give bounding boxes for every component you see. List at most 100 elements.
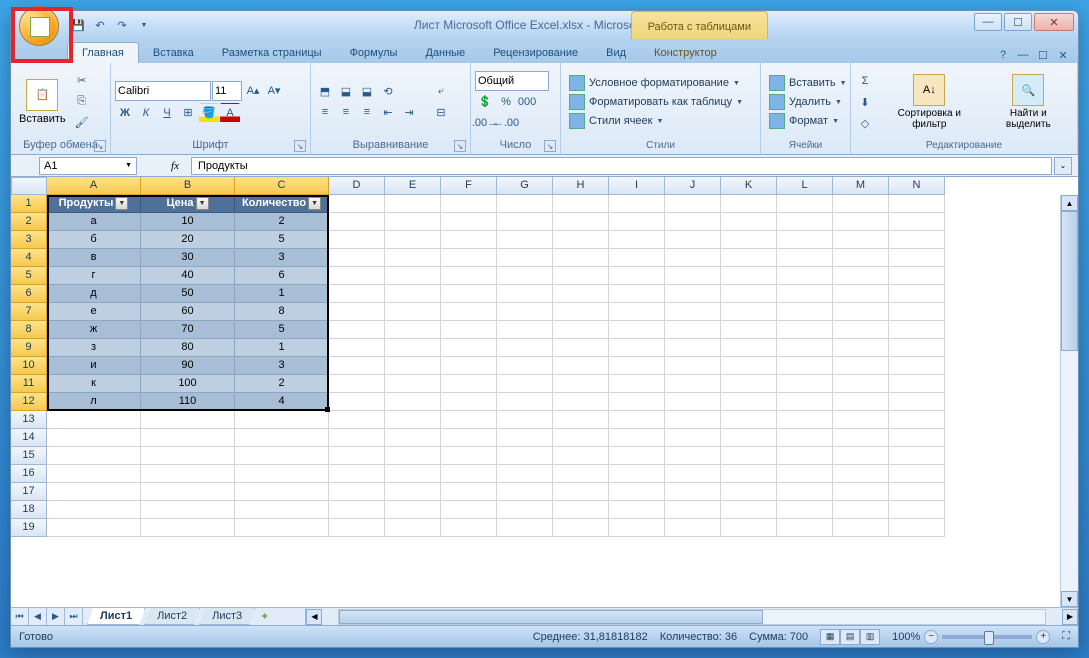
minimize-ribbon-icon[interactable]: —	[1014, 47, 1032, 63]
cell[interactable]	[665, 303, 721, 321]
cell[interactable]	[721, 393, 777, 411]
cell[interactable]	[889, 267, 945, 285]
cell[interactable]	[553, 249, 609, 267]
cell[interactable]	[777, 483, 833, 501]
wrap-text-icon[interactable]: ⤶	[427, 81, 455, 101]
cell[interactable]	[665, 267, 721, 285]
cell[interactable]	[497, 375, 553, 393]
cell[interactable]	[497, 411, 553, 429]
cell[interactable]	[497, 231, 553, 249]
cell[interactable]	[665, 213, 721, 231]
horizontal-scrollbar[interactable]: ◀ ▶	[305, 608, 1078, 625]
cell[interactable]	[889, 231, 945, 249]
cell[interactable]	[47, 429, 141, 447]
cell[interactable]	[665, 429, 721, 447]
cell[interactable]	[609, 321, 665, 339]
cell[interactable]: 3	[235, 357, 329, 375]
cell[interactable]	[385, 303, 441, 321]
cell[interactable]	[721, 231, 777, 249]
cell[interactable]	[833, 285, 889, 303]
column-header[interactable]: B	[141, 177, 235, 195]
cell[interactable]	[721, 429, 777, 447]
row-header[interactable]: 8	[11, 321, 47, 339]
cell[interactable]: б	[47, 231, 141, 249]
cell[interactable]	[721, 303, 777, 321]
column-header[interactable]: E	[385, 177, 441, 195]
filter-dropdown-icon[interactable]: ▼	[196, 197, 209, 210]
cell[interactable]	[329, 447, 385, 465]
cell[interactable]	[833, 393, 889, 411]
cell[interactable]: в	[47, 249, 141, 267]
close-button[interactable]: ✕	[1034, 13, 1074, 31]
sheet-tab[interactable]: Лист2	[144, 608, 200, 625]
cell[interactable]	[609, 519, 665, 537]
cell[interactable]	[235, 501, 329, 519]
number-launcher-icon[interactable]: ↘	[544, 140, 556, 152]
cell[interactable]: 2	[235, 213, 329, 231]
row-header[interactable]: 19	[11, 519, 47, 537]
cell[interactable]	[721, 465, 777, 483]
cell[interactable]	[609, 357, 665, 375]
cell[interactable]	[833, 303, 889, 321]
cell[interactable]	[777, 501, 833, 519]
cell[interactable]	[553, 501, 609, 519]
cell[interactable]: и	[47, 357, 141, 375]
cell[interactable]	[441, 429, 497, 447]
column-header[interactable]: C	[235, 177, 329, 195]
cell[interactable]	[385, 213, 441, 231]
cell[interactable]	[833, 357, 889, 375]
cell[interactable]	[665, 357, 721, 375]
cell[interactable]	[441, 393, 497, 411]
cell[interactable]	[609, 483, 665, 501]
cell[interactable]	[777, 393, 833, 411]
column-header[interactable]: M	[833, 177, 889, 195]
sheet-nav-last-icon[interactable]: ⏭	[65, 608, 83, 625]
cell[interactable]: 10	[141, 213, 235, 231]
cell[interactable]	[833, 465, 889, 483]
format-as-table-button[interactable]: Форматировать как таблицу▼	[565, 93, 747, 111]
indent-increase-icon[interactable]: ⇥	[399, 102, 419, 122]
tab-data[interactable]: Данные	[411, 43, 479, 63]
row-header[interactable]: 1	[11, 195, 47, 213]
cell[interactable]	[721, 375, 777, 393]
cell[interactable]	[665, 501, 721, 519]
cell[interactable]	[553, 321, 609, 339]
cell[interactable]	[889, 519, 945, 537]
cell[interactable]	[609, 195, 665, 213]
cell[interactable]	[141, 501, 235, 519]
cell[interactable]: з	[47, 339, 141, 357]
cell[interactable]	[329, 213, 385, 231]
cell[interactable]: 1	[235, 339, 329, 357]
cell[interactable]	[497, 447, 553, 465]
align-center-icon[interactable]: ≡	[336, 102, 356, 122]
cell[interactable]	[441, 267, 497, 285]
cell[interactable]: е	[47, 303, 141, 321]
fill-icon[interactable]: ⬇	[855, 92, 875, 112]
cell[interactable]	[609, 267, 665, 285]
cell[interactable]	[721, 447, 777, 465]
cell[interactable]: 50	[141, 285, 235, 303]
merge-center-icon[interactable]: ⊟	[427, 102, 455, 122]
fill-color-icon[interactable]: 🪣	[199, 103, 219, 123]
cell[interactable]	[777, 321, 833, 339]
cell[interactable]	[329, 267, 385, 285]
view-normal-icon[interactable]: ▦	[820, 629, 840, 645]
cell[interactable]	[833, 411, 889, 429]
cell[interactable]	[889, 213, 945, 231]
office-button[interactable]	[19, 6, 59, 46]
zoom-level[interactable]: 100%	[892, 631, 920, 643]
cell[interactable]	[497, 213, 553, 231]
cell[interactable]	[721, 339, 777, 357]
cell[interactable]	[47, 411, 141, 429]
cell[interactable]	[889, 249, 945, 267]
full-screen-icon[interactable]: ⛶	[1062, 630, 1070, 643]
cell[interactable]	[665, 249, 721, 267]
cell[interactable]: к	[47, 375, 141, 393]
row-header[interactable]: 4	[11, 249, 47, 267]
scroll-left-icon[interactable]: ◀	[306, 609, 322, 625]
font-name-select[interactable]	[115, 81, 211, 101]
view-page-layout-icon[interactable]: ▤	[840, 629, 860, 645]
new-sheet-icon[interactable]: ✦	[254, 608, 275, 625]
cell[interactable]	[665, 285, 721, 303]
cell[interactable]	[329, 429, 385, 447]
